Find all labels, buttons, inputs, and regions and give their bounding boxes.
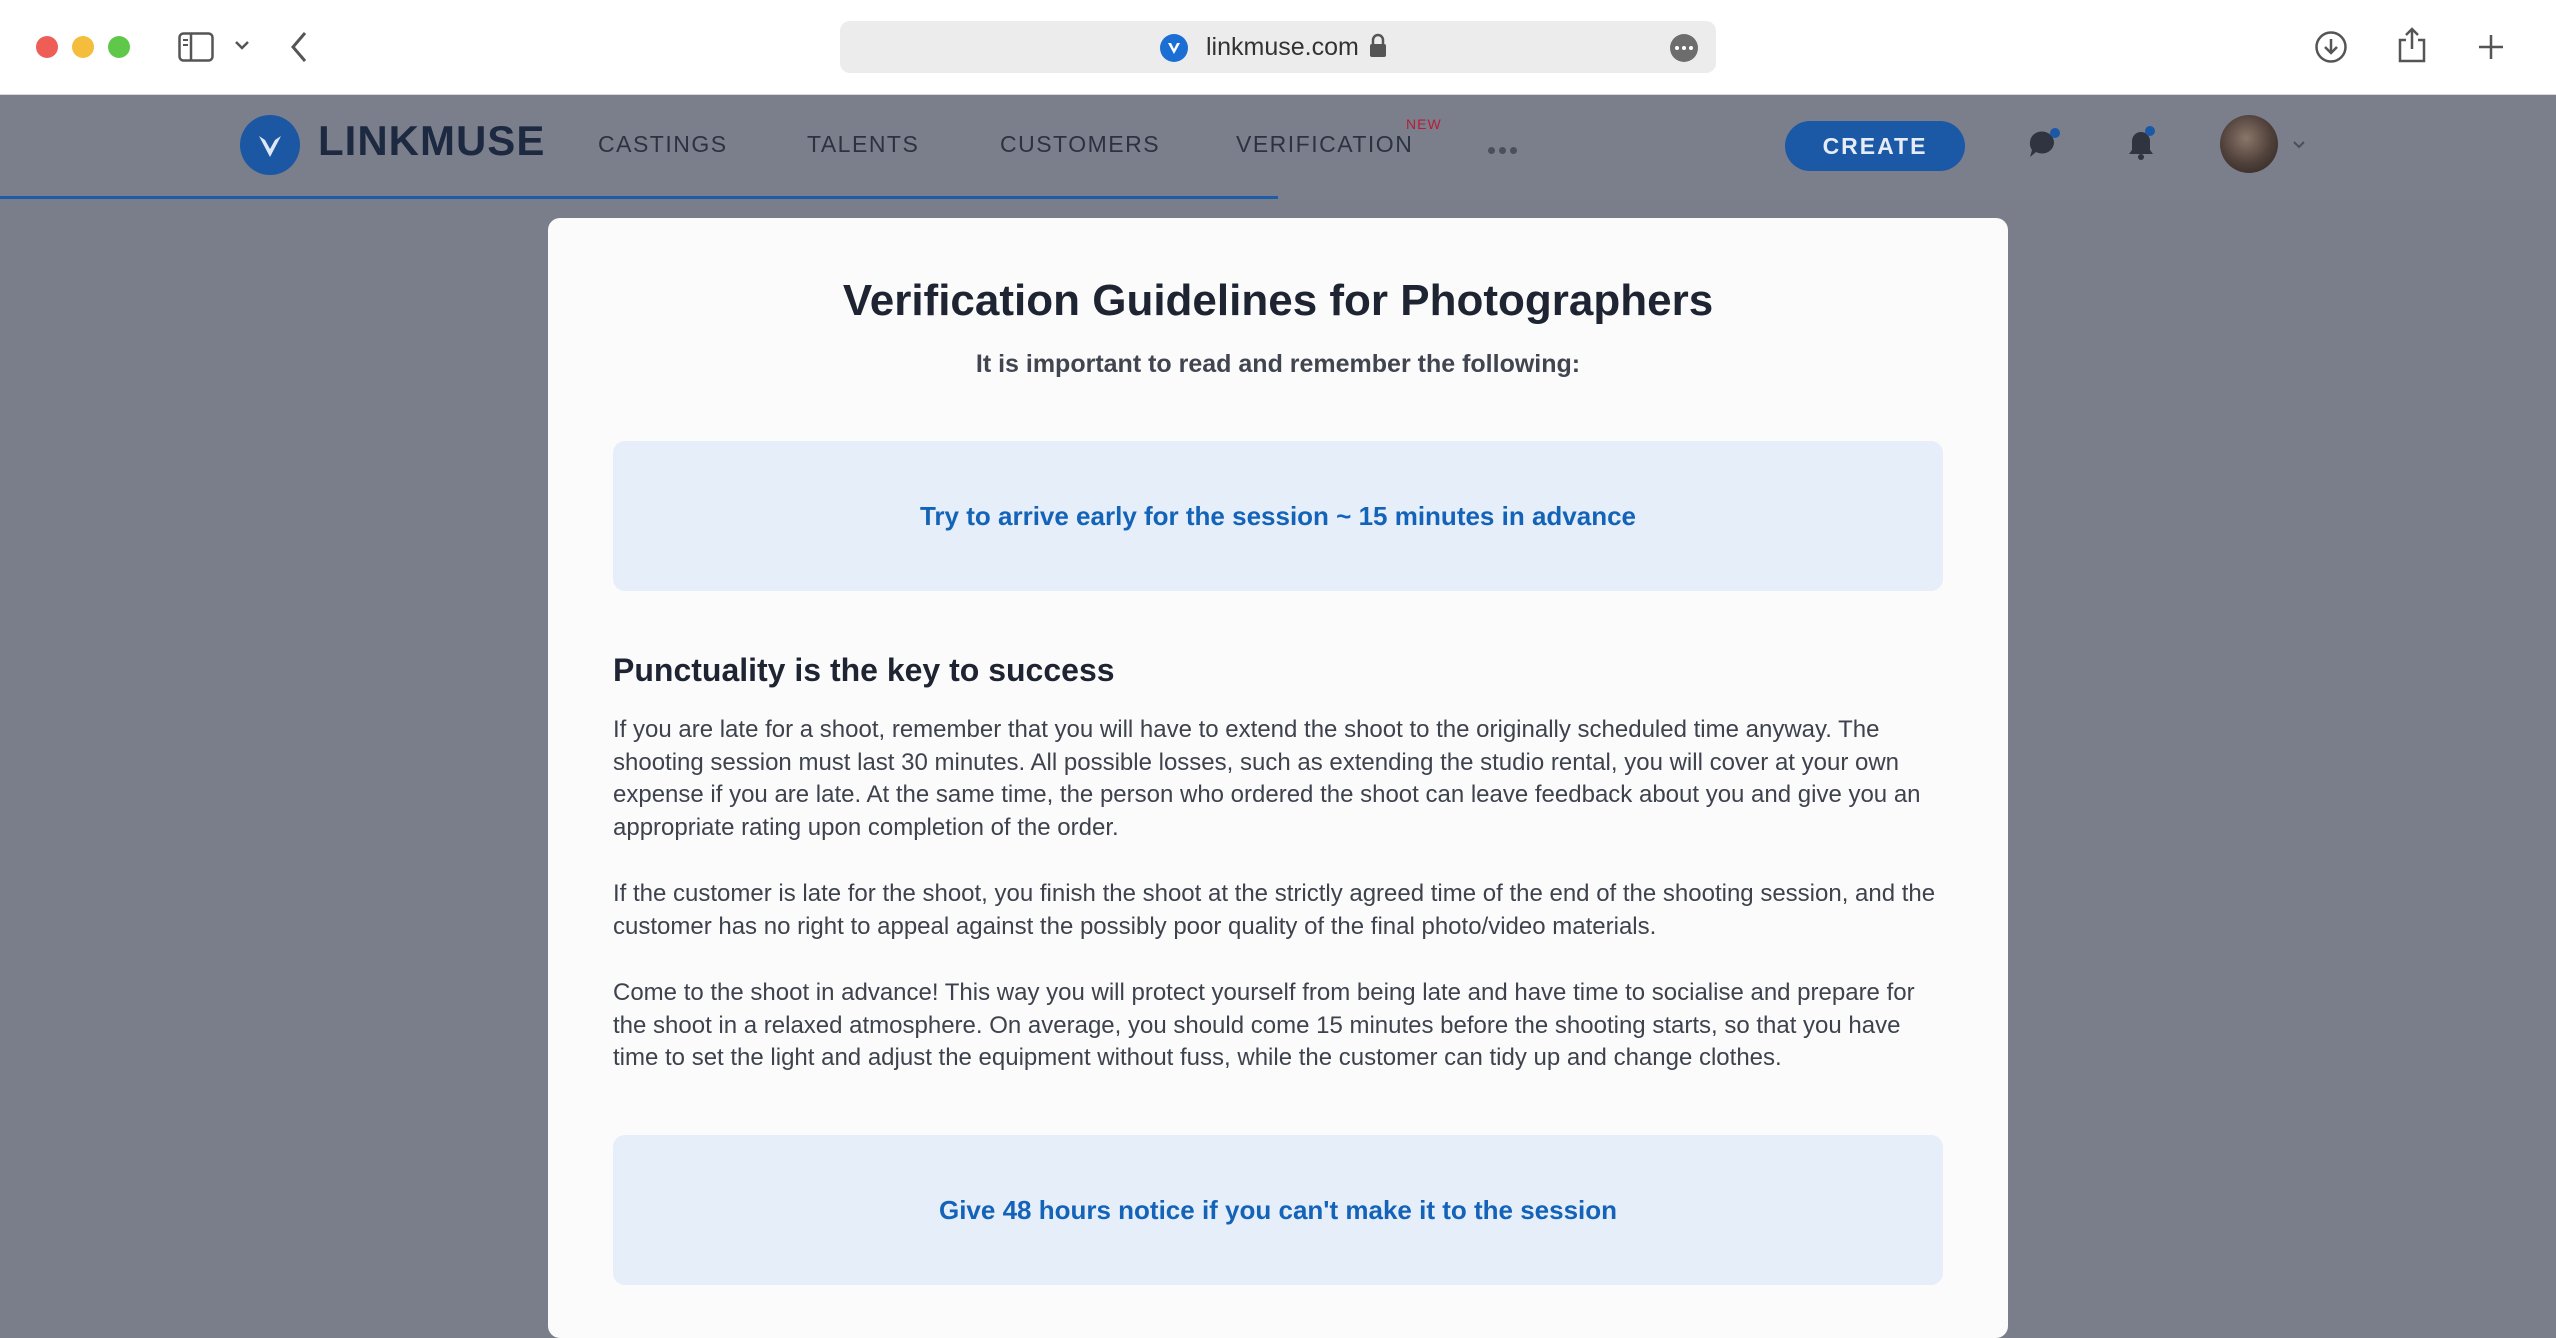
back-arrow-icon[interactable] xyxy=(288,30,310,69)
linkmuse-logo-icon[interactable] xyxy=(240,115,300,175)
chevron-down-icon[interactable] xyxy=(234,38,250,56)
browser-toolbar: linkmuse.com xyxy=(0,0,2556,95)
address-bar[interactable]: linkmuse.com xyxy=(840,21,1716,73)
sidebar-toggle-icon[interactable] xyxy=(178,32,214,67)
guidelines-card: Verification Guidelines for Photographer… xyxy=(548,218,2008,1338)
nav-castings[interactable]: CASTINGS xyxy=(598,131,728,158)
callout-48-hours-notice: Give 48 hours notice if you can't make i… xyxy=(613,1135,1943,1285)
page-menu-icon[interactable] xyxy=(1670,34,1698,62)
zoom-window-button[interactable] xyxy=(108,36,130,58)
site-favicon-icon xyxy=(1160,34,1188,62)
paragraph: If the customer is late for the shoot, y… xyxy=(613,880,1936,940)
callout-arrive-early: Try to arrive early for the session ~ 15… xyxy=(613,441,1943,591)
user-avatar[interactable] xyxy=(2220,115,2278,173)
chat-icon[interactable] xyxy=(2026,127,2062,166)
brand-name[interactable]: LINKMUSE xyxy=(318,117,545,165)
share-icon[interactable] xyxy=(2396,26,2428,69)
nav-customers[interactable]: CUSTOMERS xyxy=(1000,131,1160,158)
paragraph: If you are late for a shoot, remember th… xyxy=(613,716,1921,841)
lock-icon xyxy=(1368,33,1388,64)
more-menu-icon[interactable] xyxy=(1488,141,1521,159)
notifications-bell-icon[interactable] xyxy=(2124,125,2158,166)
page-load-progress xyxy=(0,196,1278,199)
paragraph: Come to the shoot in advance! This way y… xyxy=(613,979,1915,1071)
chevron-down-icon[interactable] xyxy=(2292,137,2306,155)
close-window-button[interactable] xyxy=(36,36,58,58)
nav-talents[interactable]: TALENTS xyxy=(807,131,919,158)
url-text: linkmuse.com xyxy=(1206,33,1359,61)
new-tab-icon[interactable] xyxy=(2476,32,2506,67)
download-icon[interactable] xyxy=(2314,30,2348,69)
minimize-window-button[interactable] xyxy=(72,36,94,58)
new-badge: NEW xyxy=(1406,116,1442,132)
create-button[interactable]: CREATE xyxy=(1785,121,1965,171)
page-title: Verification Guidelines for Photographer… xyxy=(842,276,1714,325)
page-subtitle: It is important to read and remember the… xyxy=(975,350,1581,378)
app-header: LINKMUSE CASTINGS TALENTS CUSTOMERS VERI… xyxy=(0,95,2556,199)
section-heading: Punctuality is the key to success xyxy=(613,652,1115,688)
nav-verification[interactable]: VERIFICATION xyxy=(1236,131,1413,158)
